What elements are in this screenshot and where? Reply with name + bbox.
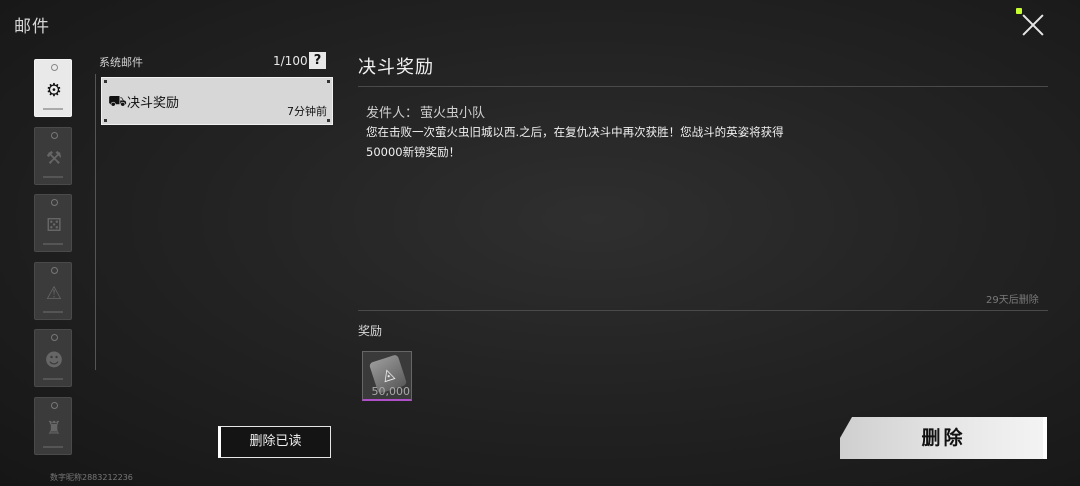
tag-line (43, 378, 63, 380)
reward-quantity: 50,000 (371, 385, 411, 398)
corner-mark (327, 119, 330, 122)
dice-icon: ⚄ (46, 214, 62, 236)
tag-hole (51, 267, 58, 274)
tag-hole (51, 199, 58, 206)
mail-item[interactable]: ⛟ 决斗奖励 7分钟前 (101, 77, 333, 125)
tag-line (43, 176, 63, 178)
divider (358, 86, 1048, 87)
truck-icon: ⛟ (108, 92, 127, 110)
window-title: 邮件 (14, 17, 50, 37)
tag-line (43, 311, 63, 313)
close-icon (1016, 8, 1022, 14)
mail-category-label: 系统邮件 (99, 56, 143, 69)
help-icon[interactable]: ? (309, 52, 326, 69)
category-tab-3[interactable]: ⚄ (34, 194, 72, 252)
category-tab-5[interactable]: ☻ (34, 329, 72, 387)
delete-button-edge (1043, 417, 1047, 459)
hammer-icon: ⚒ (45, 147, 63, 169)
tag-hole (51, 64, 58, 71)
mail-time: 7分钟前 (287, 105, 327, 118)
tag-line (43, 243, 63, 245)
tag-hole (51, 402, 58, 409)
warning-icon: ⚠ (45, 282, 63, 304)
delete-button[interactable]: 删除 (840, 417, 1047, 459)
reward-label: 奖励 (358, 324, 383, 338)
corner-mark (104, 80, 107, 83)
reward-item[interactable]: ◬ 50,000 (362, 351, 412, 401)
close-button[interactable] (1016, 8, 1048, 40)
user-id: 数字昵称2883212236 (50, 473, 133, 482)
sender-label: 发件人： (366, 106, 419, 121)
corner-mark (104, 119, 107, 122)
tag-line (43, 108, 63, 110)
backpack-icon: ♜ (45, 417, 63, 439)
corner-mark (327, 80, 330, 83)
category-tab-4[interactable]: ⚠ (34, 262, 72, 320)
expire-notice: 29天后删除 (986, 295, 1039, 306)
mail-detail-title: 决斗奖励 (358, 57, 434, 78)
delete-read-button[interactable]: 删除已读 (218, 426, 331, 458)
mail-body: 您在击败一次萤火虫旧城以西.之后，在复仇决斗中再次获胜！您战斗的英姿将获得 50… (366, 122, 836, 162)
gear-icon: ⚙ (45, 79, 63, 101)
sender-name: 萤火虫小队 (420, 106, 486, 121)
mail-count: 1/100 (273, 54, 308, 68)
category-tab-system[interactable]: ⚙ (34, 59, 72, 117)
tag-hole (51, 334, 58, 341)
character-icon: ☻ (44, 349, 64, 371)
mail-body-line: 您在击败一次萤火虫旧城以西.之后，在复仇决斗中再次获胜！您战斗的英姿将获得 (366, 125, 784, 139)
category-tab-6[interactable]: ♜ (34, 397, 72, 455)
category-tab-2[interactable]: ⚒ (34, 127, 72, 185)
list-divider (95, 74, 96, 370)
mail-body-line: 50000新镑奖励！ (366, 145, 461, 159)
divider (358, 310, 1048, 311)
tag-line (43, 446, 63, 448)
tag-hole (51, 132, 58, 139)
mail-subject: 决斗奖励 (127, 96, 180, 111)
